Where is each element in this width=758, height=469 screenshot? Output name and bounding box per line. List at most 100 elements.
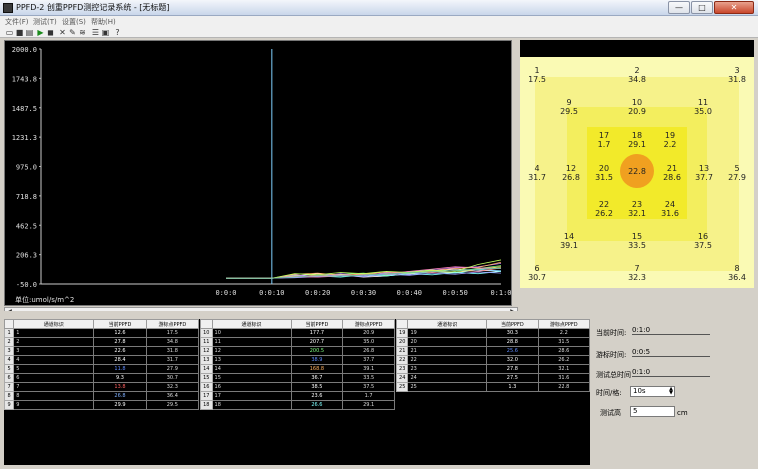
corner-cell xyxy=(395,319,409,329)
table-row[interactable]: 25 25 1.3 22.8 xyxy=(395,382,591,392)
table-row[interactable]: 6 6 9.3 30.7 xyxy=(3,373,200,383)
maximize-button[interactable]: □ xyxy=(691,1,713,14)
cursor-ppfd: 37.7 xyxy=(342,355,395,365)
table-row[interactable]: 24 24 27.5 31.6 xyxy=(395,373,591,383)
row-number[interactable]: 19 xyxy=(395,328,409,338)
table-row[interactable]: 18 18 26.6 29.1 xyxy=(200,400,395,410)
column-header[interactable]: 通道标识 xyxy=(407,319,488,329)
play-icon[interactable]: ▶ xyxy=(36,28,45,37)
row-number[interactable]: 9 xyxy=(3,400,15,410)
row-number[interactable]: 14 xyxy=(200,364,213,374)
table-row[interactable]: 9 9 29.9 29.5 xyxy=(3,400,200,410)
point-value: 32.3 xyxy=(628,273,646,282)
point-number: 14 xyxy=(564,232,574,241)
column-header[interactable]: 通道标识 xyxy=(211,319,292,329)
channel-id: 9 xyxy=(13,400,95,410)
cursor-ppfd: 26.2 xyxy=(537,355,591,365)
x-tick-label: 0:0:0 xyxy=(215,289,236,297)
point-value: 22.8 xyxy=(628,167,646,176)
column-header[interactable]: 当前PPFD xyxy=(93,319,147,329)
spinner-icon[interactable]: ▲ ▼ xyxy=(669,387,673,396)
table-row[interactable]: 21 21 25.6 28.6 xyxy=(395,346,591,356)
chart-icon[interactable]: ≋ xyxy=(78,28,87,37)
table-row[interactable]: 20 20 28.8 31.5 xyxy=(395,337,591,347)
edit-icon[interactable]: ✎ xyxy=(68,28,77,37)
row-number[interactable]: 8 xyxy=(3,391,15,401)
table-row[interactable]: 4 4 28.4 31.7 xyxy=(3,355,200,365)
chart-canvas: 2000.0 1743.8 1487.5 1231.3 975.0 718.8 462.5 2… xyxy=(12,46,512,304)
channel-id: 18 xyxy=(211,400,292,410)
row-number[interactable]: 4 xyxy=(3,355,15,365)
point-value: 37.5 xyxy=(694,241,712,250)
open-icon[interactable]: ▭ xyxy=(5,28,14,37)
column-header[interactable]: 游标点PPFD xyxy=(537,319,591,329)
table-row[interactable]: 11 11 207.7 35.0 xyxy=(200,337,395,347)
row-number[interactable]: 18 xyxy=(200,400,213,410)
height-input[interactable]: 5 xyxy=(630,406,675,417)
close-button[interactable]: ✕ xyxy=(714,1,754,14)
list-icon[interactable]: ☰ xyxy=(91,28,100,37)
table-row[interactable]: 12 12 200.5 26.8 xyxy=(200,346,395,356)
row-number[interactable]: 17 xyxy=(200,391,213,401)
point-value: 27.9 xyxy=(728,173,746,182)
row-number[interactable]: 15 xyxy=(200,373,213,383)
interval-select[interactable]: 10s ▲ ▼ xyxy=(630,386,675,397)
row-number[interactable]: 25 xyxy=(395,382,409,392)
row-number[interactable]: 21 xyxy=(395,346,409,356)
table-row[interactable]: 15 15 36.7 33.5 xyxy=(200,373,395,383)
row-number[interactable]: 3 xyxy=(3,346,15,356)
stop-icon[interactable]: ◼ xyxy=(46,28,55,37)
table-row[interactable]: 5 5 11.8 27.9 xyxy=(3,364,200,374)
row-number[interactable]: 20 xyxy=(395,337,409,347)
column-header[interactable]: 通道标识 xyxy=(13,319,95,329)
menu-help[interactable]: 帮助(H) xyxy=(91,17,116,27)
save-icon[interactable]: ■ xyxy=(15,28,24,37)
table-row[interactable]: 16 16 38.5 37.5 xyxy=(200,382,395,392)
row-number[interactable]: 10 xyxy=(200,328,213,338)
point-number: 23 xyxy=(632,200,642,209)
row-number[interactable]: 22 xyxy=(395,355,409,365)
row-number[interactable]: 7 xyxy=(3,382,15,392)
row-number[interactable]: 6 xyxy=(3,373,15,383)
table-row[interactable]: 19 19 30.3 2.2 xyxy=(395,328,591,338)
table-row[interactable]: 13 13 38.9 37.7 xyxy=(200,355,395,365)
help-icon[interactable]: ? xyxy=(113,28,122,37)
point-number: 1 xyxy=(534,66,539,75)
table-row[interactable]: 7 7 13.8 32.3 xyxy=(3,382,200,392)
x-tick-label: 0:0:40 xyxy=(397,289,422,297)
row-number[interactable]: 13 xyxy=(200,355,213,365)
table-row[interactable]: 2 2 27.8 34.8 xyxy=(3,337,200,347)
row-number[interactable]: 23 xyxy=(395,364,409,374)
table-row[interactable]: 17 17 23.6 1.7 xyxy=(200,391,395,401)
row-number[interactable]: 12 xyxy=(200,346,213,356)
tool-icon[interactable]: ✕ xyxy=(58,28,67,37)
row-number[interactable]: 16 xyxy=(200,382,213,392)
channel-id: 1 xyxy=(13,328,95,338)
table-row[interactable]: 22 22 32.0 26.2 xyxy=(395,355,591,365)
table-row[interactable]: 1 1 12.6 17.5 xyxy=(3,328,200,338)
menu-test[interactable]: 测试(T) xyxy=(33,17,57,27)
row-number[interactable]: 1 xyxy=(3,328,15,338)
row-number[interactable]: 24 xyxy=(395,373,409,383)
table-row[interactable]: 8 8 26.8 36.4 xyxy=(3,391,200,401)
menu-file[interactable]: 文件(F) xyxy=(5,17,29,27)
row-number[interactable]: 11 xyxy=(200,337,213,347)
column-header[interactable]: 当前PPFD xyxy=(290,319,344,329)
current-ppfd: 22.6 xyxy=(93,346,147,356)
column-header[interactable]: 当前PPFD xyxy=(486,319,539,329)
menu-bar: 文件(F) 测试(T) 设置(S) 帮助(H) xyxy=(0,16,758,27)
table-row[interactable]: 23 23 27.8 32.1 xyxy=(395,364,591,374)
cursor-ppfd: 31.8 xyxy=(145,346,200,356)
print-icon[interactable]: ▤ xyxy=(25,28,34,37)
current-time-label: 当前时间: xyxy=(596,329,627,337)
printer-icon[interactable]: ▣ xyxy=(101,28,110,37)
column-header[interactable]: 游标点PPFD xyxy=(145,319,200,329)
menu-settings[interactable]: 设置(S) xyxy=(62,17,86,27)
column-header[interactable]: 游标点PPFD xyxy=(342,319,395,329)
table-row[interactable]: 3 3 22.6 31.8 xyxy=(3,346,200,356)
row-number[interactable]: 5 xyxy=(3,364,15,374)
minimize-button[interactable]: — xyxy=(668,1,690,14)
table-row[interactable]: 14 14 168.8 39.1 xyxy=(200,364,395,374)
row-number[interactable]: 2 xyxy=(3,337,15,347)
table-row[interactable]: 10 10 177.7 20.9 xyxy=(200,328,395,338)
